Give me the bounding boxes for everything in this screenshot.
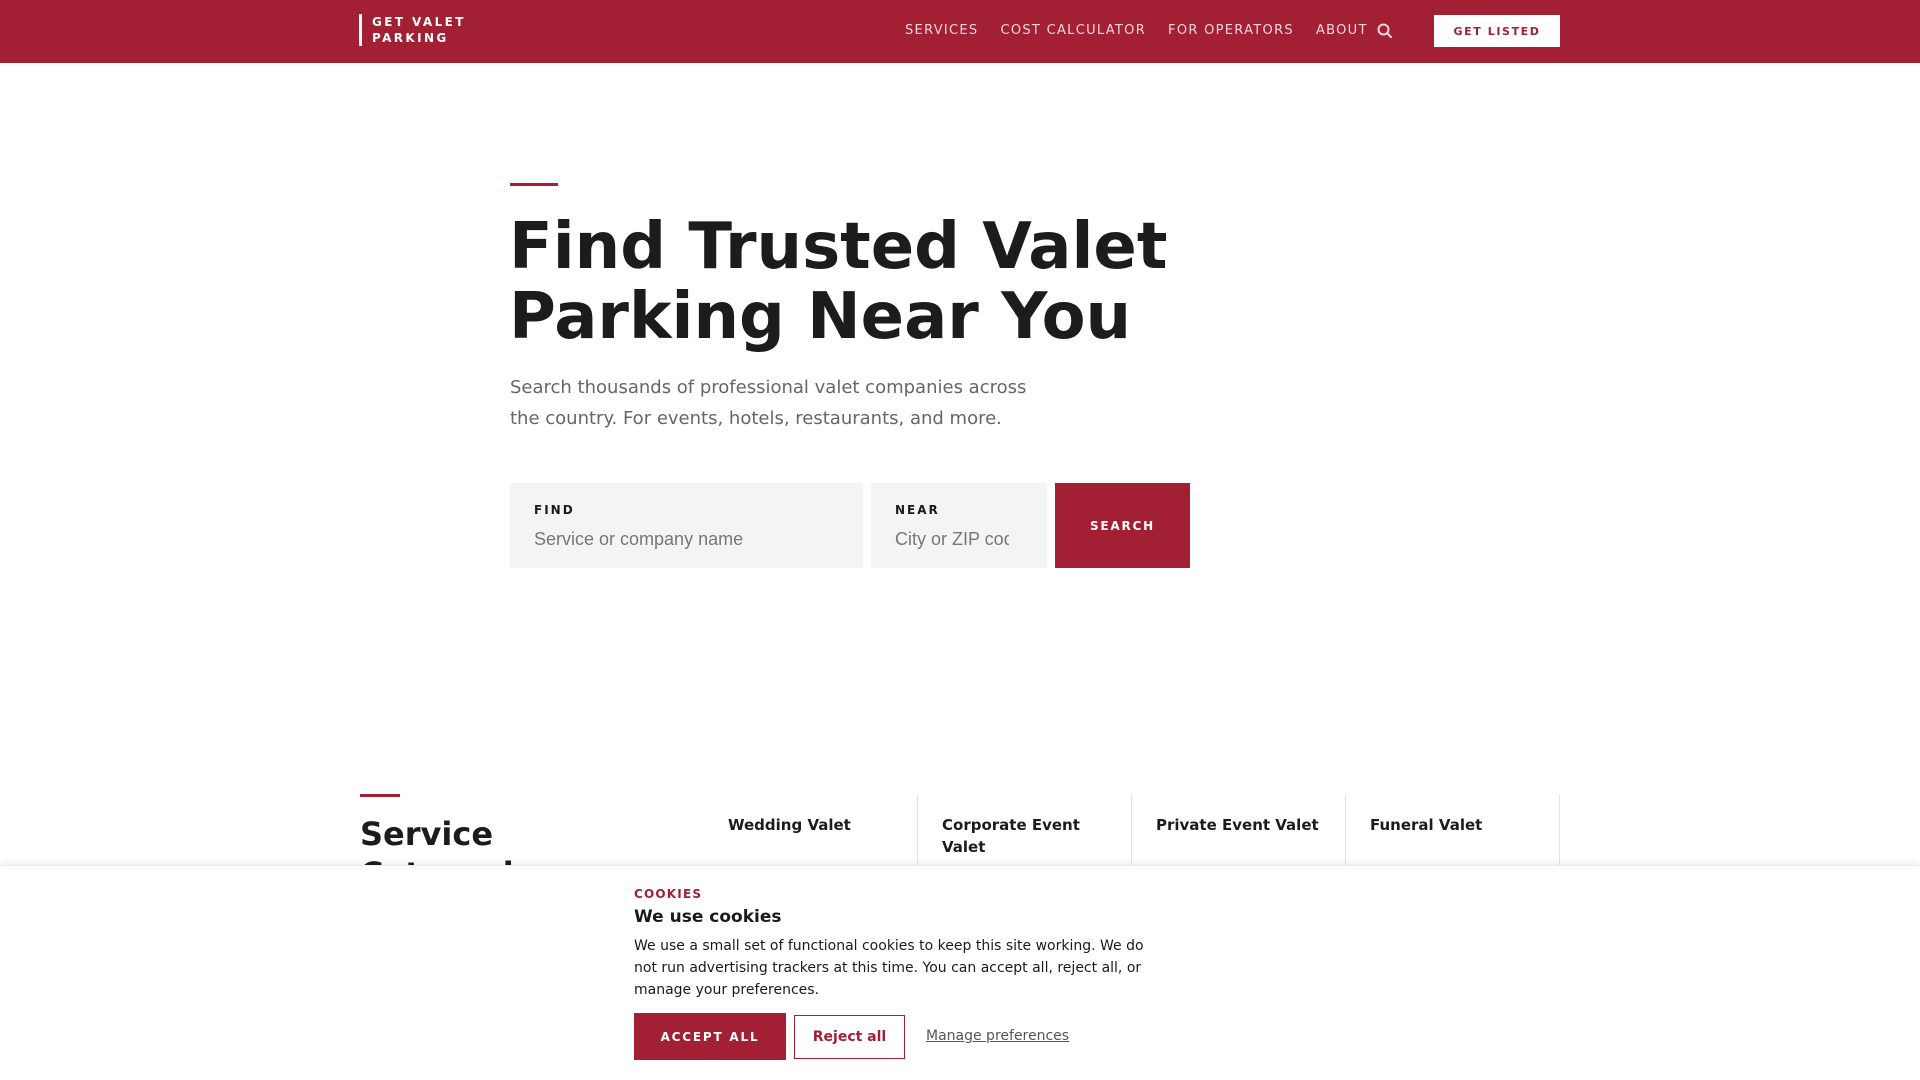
nav-link-services[interactable]: SERVICES	[905, 23, 978, 39]
accept-all-button[interactable]: ACCEPT ALL	[634, 1013, 786, 1060]
near-label: NEAR	[895, 503, 940, 517]
logo-line-1: GET VALET	[372, 15, 466, 29]
hero-subtitle-line-1: Search thousands of professional valet c…	[510, 377, 1027, 398]
nav-link-for-operators[interactable]: FOR OPERATORS	[1168, 23, 1294, 39]
hero-title: Find Trusted Valet Parking Near You	[509, 212, 1209, 352]
top-navigation-bar: GET VALET PARKING SERVICES COST CALCULAT…	[0, 0, 1920, 63]
nav-link-cost-calculator[interactable]: COST CALCULATOR	[1000, 23, 1146, 39]
hero-subtitle: Search thousands of professional valet c…	[510, 372, 1050, 434]
find-input[interactable]	[534, 527, 844, 551]
cookie-title: We use cookies	[634, 907, 782, 927]
cookie-banner: COOKIES We use cookies We use a small se…	[0, 865, 1920, 1080]
find-field[interactable]: FIND	[510, 483, 863, 568]
site-logo[interactable]: GET VALET PARKING	[359, 14, 466, 46]
search-icon[interactable]	[1376, 22, 1394, 40]
hero-subtitle-line-2: the country. For events, hotels, restaur…	[510, 408, 1002, 429]
get-listed-button[interactable]: GET LISTED	[1434, 15, 1560, 47]
cookie-eyebrow: COOKIES	[634, 887, 703, 901]
near-input[interactable]	[895, 527, 1009, 551]
hero-accent-rule	[510, 183, 558, 186]
find-label: FIND	[534, 503, 575, 517]
near-field[interactable]: NEAR	[871, 483, 1047, 568]
categories-title-line-1: Service	[360, 815, 494, 853]
nav-link-about[interactable]: ABOUT	[1316, 23, 1368, 39]
logo-line-2: PARKING	[372, 31, 449, 45]
reject-all-button[interactable]: Reject all	[794, 1015, 905, 1059]
hero-title-line-2: Parking Near You	[509, 280, 1132, 354]
hero-title-line-1: Find Trusted Valet	[509, 210, 1168, 284]
categories-accent-rule	[360, 794, 400, 797]
manage-preferences-link[interactable]: Manage preferences	[926, 1028, 1069, 1044]
main-nav: SERVICES COST CALCULATOR FOR OPERATORS A…	[905, 23, 1390, 39]
cookie-description: We use a small set of functional cookies…	[634, 938, 1144, 998]
search-button[interactable]: SEARCH	[1055, 483, 1190, 568]
